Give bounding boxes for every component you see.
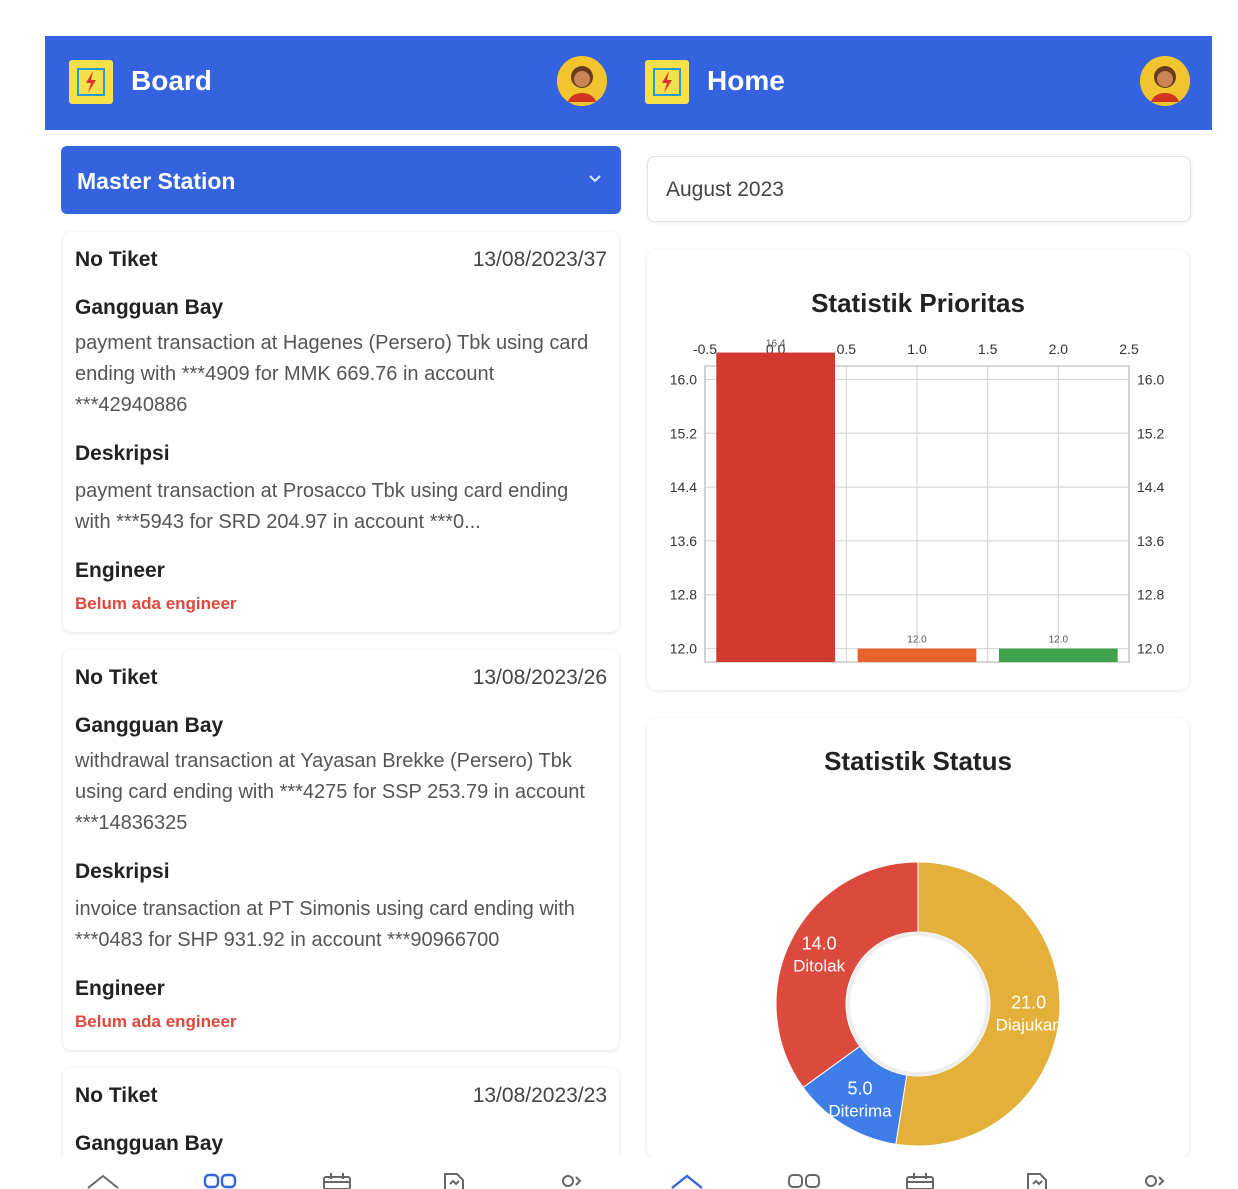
page-title: Board [131, 65, 212, 96]
bottom-nav [629, 1157, 1212, 1189]
no-tiket-label: No Tiket [75, 1084, 158, 1107]
deskripsi-text: payment transaction at Prosacco Tbk usin… [75, 480, 569, 533]
status-donut-chart: 21.0 Diajukan 5.0 Diterima 14.0 Ditolak [775, 861, 1062, 1147]
priority-bar-chart: -0.5 0.0 0.5 1.0 1.5 2.0 2.516.0 16.015.2 15.214… [670, 339, 1164, 663]
x-tick-label: 2.0 [1049, 341, 1069, 357]
ticket-card[interactable]: No Tiket 13/08/2023/37 Gangguan Bay paym… [63, 232, 619, 632]
bar-value-label: 12.0 [907, 635, 927, 646]
home-icon [671, 1174, 704, 1189]
page-title: Home [707, 65, 785, 96]
status-chart-card: Statistik Status 21.0 Diajukan 5.0 Diterima… [647, 718, 1189, 1158]
nav-report[interactable] [1017, 1161, 1057, 1189]
priority-chart-card: Statistik Prioritas -0.5 0.0 0.5 1.0 1.5 2.0 2… [647, 250, 1189, 690]
deskripsi-label: Deskripsi [75, 860, 170, 883]
x-tick-label: 2.5 [1119, 341, 1139, 357]
slice-value-label: 5.0 [847, 1079, 872, 1099]
home-screen: Home August 2023 Statistik Prioritas -0.… [629, 36, 1212, 1189]
deskripsi-text: invoice transaction at PT Simonis using … [75, 898, 575, 951]
x-tick-label: 1.5 [978, 341, 998, 357]
calendar-icon [906, 1173, 935, 1189]
board-icon [787, 1174, 820, 1188]
y-tick-label: 12.0 [670, 641, 697, 657]
y-tick-label: 16.0 [670, 371, 697, 387]
slice-name-label: Diajukan [996, 1016, 1062, 1035]
slice-name-label: Diterima [828, 1102, 892, 1121]
no-tiket-label: No Tiket [75, 666, 158, 689]
gangguan-label: Gangguan Bay [75, 296, 224, 319]
x-tick-label: 0.5 [837, 341, 857, 357]
board-screen: Board Master Station No Tiket 13/08/2023… [45, 36, 629, 1189]
y-tick-label: 16.0 [1137, 371, 1164, 387]
gangguan-label: Gangguan Bay [75, 1132, 224, 1155]
nav-home[interactable] [667, 1161, 707, 1189]
y-tick-label: 13.6 [1137, 533, 1164, 549]
nav-profile[interactable] [1134, 1161, 1174, 1189]
bar [998, 648, 1118, 662]
no-tiket-label: No Tiket [75, 248, 158, 271]
y-tick-label: 15.2 [1137, 425, 1164, 441]
appbar: Home [629, 36, 1212, 130]
gangguan-text: withdrawal transaction at Yayasan Brekke… [75, 750, 585, 834]
nav-board[interactable] [200, 1161, 240, 1189]
appbar: Board [45, 36, 629, 130]
x-tick-label: -0.5 [693, 341, 717, 357]
slice-value-label: 14.0 [802, 934, 837, 954]
deskripsi-label: Deskripsi [75, 442, 170, 465]
nav-calendar[interactable] [317, 1161, 357, 1189]
board-icon [203, 1173, 237, 1189]
bottom-nav [45, 1157, 629, 1189]
engineer-label: Engineer [75, 977, 165, 1000]
y-tick-label: 13.6 [670, 533, 697, 549]
nav-calendar[interactable] [900, 1161, 940, 1189]
gangguan-text: payment transaction at Hagenes (Persero)… [75, 332, 589, 416]
profile-icon [561, 1175, 581, 1187]
y-tick-label: 14.4 [670, 479, 697, 495]
x-tick-label: 1.0 [907, 341, 927, 357]
y-tick-label: 12.8 [1137, 587, 1164, 603]
month-value: August 2023 [666, 178, 784, 201]
pln-logo-icon [645, 60, 689, 104]
chevron-down-icon [589, 175, 601, 183]
y-tick-label: 15.2 [670, 425, 697, 441]
bar [857, 648, 977, 662]
bar [716, 352, 836, 662]
engineer-value: Belum ada engineer [75, 1012, 237, 1031]
month-picker[interactable]: August 2023 [647, 156, 1191, 222]
slice-value-label: 21.0 [1011, 993, 1046, 1013]
home-icon [87, 1174, 120, 1189]
ticket-number: 13/08/2023/23 [472, 1084, 607, 1107]
ticket-number: 13/08/2023/26 [472, 666, 607, 689]
nav-report[interactable] [434, 1161, 474, 1189]
nav-board[interactable] [784, 1161, 824, 1189]
calendar-icon [322, 1173, 351, 1189]
report-icon [443, 1173, 464, 1189]
y-tick-label: 12.8 [670, 587, 697, 603]
y-tick-label: 14.4 [1137, 479, 1164, 495]
dropdown-label: Master Station [77, 168, 236, 194]
report-icon [1027, 1173, 1048, 1189]
ticket-card[interactable]: No Tiket 13/08/2023/26 Gangguan Bay with… [63, 650, 619, 1050]
y-tick-label: 12.0 [1137, 641, 1164, 657]
nav-profile[interactable] [551, 1161, 591, 1189]
gangguan-label: Gangguan Bay [75, 714, 224, 737]
profile-icon [1144, 1175, 1165, 1187]
avatar[interactable] [557, 56, 607, 106]
slice-name-label: Ditolak [793, 957, 845, 976]
engineer-label: Engineer [75, 559, 165, 582]
bar-value-label: 12.0 [1049, 635, 1069, 646]
ticket-number: 13/08/2023/37 [472, 248, 607, 271]
engineer-value: Belum ada engineer [75, 594, 237, 613]
avatar[interactable] [1140, 56, 1190, 106]
nav-home[interactable] [83, 1161, 123, 1189]
bar-value-label: 16.4 [766, 339, 786, 350]
donut-hole [846, 932, 990, 1076]
pln-logo-icon [69, 60, 113, 104]
station-dropdown[interactable]: Master Station [61, 146, 621, 214]
